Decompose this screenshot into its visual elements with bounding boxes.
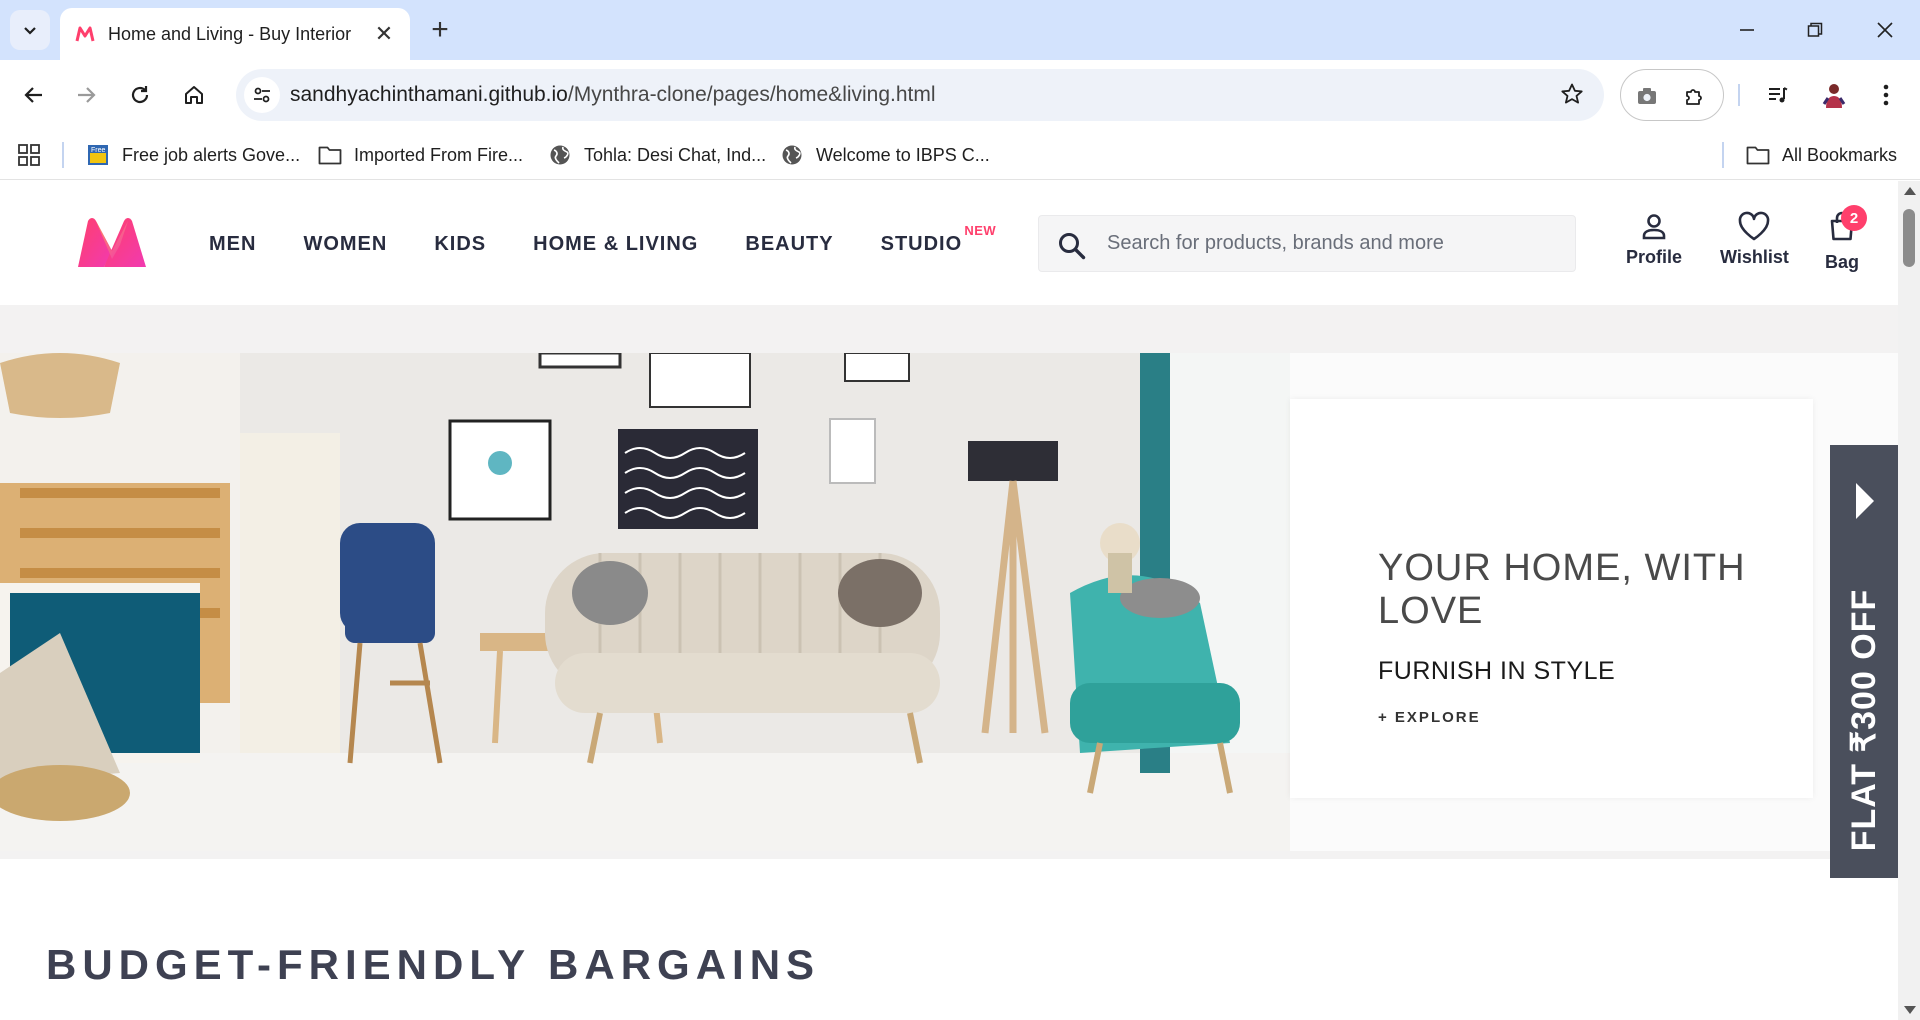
play-arrow-icon (1856, 483, 1874, 519)
header-spacer-strip (0, 305, 1898, 353)
active-tab[interactable]: Home and Living - Buy Interior ✕ (60, 8, 410, 60)
all-bookmarks-label: All Bookmarks (1782, 144, 1898, 165)
profile-icon (1642, 214, 1666, 240)
forward-button[interactable] (66, 75, 106, 115)
camera-icon[interactable] (1629, 78, 1665, 114)
living-room-banner-image (0, 353, 1368, 851)
folder-icon (318, 143, 342, 167)
offer-side-tab[interactable]: FLAT ₹300 OFF (1830, 445, 1898, 878)
url-text: sandhyachinthamani.github.io/Mynthra-clo… (290, 83, 936, 107)
bookmark-folder[interactable]: Imported From Fire... (318, 140, 523, 170)
nav-studio[interactable]: STUDIO NEW (880, 223, 996, 256)
home-icon (185, 86, 203, 104)
bookmark-label: Free job alerts Gove... (122, 144, 301, 165)
heart-icon (1739, 211, 1770, 241)
wishlist-label: Wishlist (1720, 247, 1789, 267)
browser-tab-bar: Home and Living - Buy Interior ✕ + (0, 0, 1920, 60)
bookmark-star-icon[interactable] (1560, 82, 1584, 111)
apps-grid-icon (18, 144, 40, 166)
address-bar[interactable]: sandhyachinthamani.github.io/Mynthra-clo… (236, 69, 1604, 121)
bookmarks-divider (1722, 142, 1724, 168)
tune-icon (254, 87, 270, 103)
tab-title: Home and Living - Buy Interior (108, 23, 352, 44)
site-header: MEN WOMEN KIDS HOME & LIVING BEAUTY STUD… (0, 181, 1898, 305)
globe-icon (548, 143, 572, 167)
folder-icon (1746, 143, 1770, 167)
myntra-favicon (74, 23, 96, 45)
bookmark-label: Welcome to IBPS C... (816, 144, 990, 165)
search-input[interactable] (1107, 216, 1557, 271)
offer-text: FLAT ₹300 OFF (1845, 588, 1883, 852)
more-menu-icon[interactable] (1868, 77, 1904, 113)
extensions-puzzle-icon[interactable] (1677, 78, 1713, 114)
budget-section-title: BUDGET-FRIENDLY BARGAINS (46, 941, 821, 988)
nav-beauty[interactable]: BEAUTY (745, 233, 833, 256)
bag-label: Bag (1825, 252, 1860, 272)
wishlist-button[interactable]: Wishlist (1720, 211, 1789, 268)
site-info-button[interactable] (244, 77, 280, 113)
hero-subtitle: FURNISH IN STYLE (1378, 657, 1616, 685)
bookmark-item[interactable]: Free Free job alerts Gove... (86, 140, 300, 170)
reload-icon (131, 86, 149, 104)
scroll-down-arrow-icon[interactable] (1904, 1006, 1916, 1014)
browser-toolbar: sandhyachinthamani.github.io/Mynthra-clo… (0, 60, 1920, 130)
profile-label: Profile (1626, 247, 1683, 267)
nav-home-living[interactable]: HOME & LIVING (533, 233, 698, 256)
close-tab-icon[interactable]: ✕ (372, 21, 396, 46)
hero-card: YOUR HOME, WITH LOVE FURNISH IN STYLE + … (1290, 399, 1813, 798)
scroll-thumb[interactable] (1903, 209, 1915, 267)
bookmarks-divider (62, 142, 64, 168)
back-arrow-icon (24, 87, 42, 103)
bag-icon-wrap: 2 (1827, 205, 1867, 246)
back-button[interactable] (14, 75, 54, 115)
restore-button[interactable] (1790, 8, 1840, 52)
page-viewport: MEN WOMEN KIDS HOME & LIVING BEAUTY STUD… (0, 181, 1898, 1020)
hero-bottom-strip (0, 851, 1898, 859)
nav-men[interactable]: MEN (209, 233, 256, 256)
tab-search-button[interactable] (10, 10, 50, 50)
chevron-down-icon (24, 27, 36, 35)
close-window-button[interactable] (1860, 8, 1910, 52)
minimize-button[interactable] (1722, 8, 1772, 52)
nav-women[interactable]: WOMEN (303, 233, 387, 256)
media-control-icon[interactable] (1760, 77, 1796, 113)
page-scrollbar[interactable] (1898, 181, 1920, 1020)
bag-button[interactable]: 2 Bag (1825, 205, 1867, 273)
job-alert-favicon: Free (86, 143, 110, 167)
new-tab-button[interactable]: + (422, 12, 458, 48)
apps-grid-button[interactable] (18, 140, 40, 170)
scroll-up-arrow-icon[interactable] (1904, 187, 1916, 195)
profile-button[interactable]: Profile (1626, 211, 1682, 268)
reload-button[interactable] (120, 75, 160, 115)
bookmark-item[interactable]: Welcome to IBPS C... (780, 140, 990, 170)
bookmark-label: Imported From Fire... (354, 144, 524, 165)
explore-link[interactable]: + EXPLORE (1378, 709, 1481, 726)
myntra-logo[interactable] (74, 215, 150, 271)
profile-avatar[interactable] (1816, 77, 1852, 113)
search-icon[interactable] (1057, 231, 1087, 261)
svg-text:Free: Free (91, 147, 106, 154)
bookmark-item[interactable]: Tohla: Desi Chat, Ind... (548, 140, 766, 170)
url-host: sandhyachinthamani.github.io (290, 83, 568, 106)
search-box (1038, 215, 1576, 272)
all-bookmarks-button[interactable]: All Bookmarks (1746, 140, 1897, 170)
bookmark-label: Tohla: Desi Chat, Ind... (584, 144, 767, 165)
home-button[interactable] (174, 75, 214, 115)
nav-studio-label: STUDIO (880, 233, 963, 255)
toolbar-divider (1738, 84, 1740, 106)
bag-count-badge: 2 (1841, 205, 1867, 231)
extensions-group (1620, 69, 1724, 121)
bookmarks-bar: Free Free job alerts Gove... Imported Fr… (0, 130, 1920, 180)
url-path: /Mynthra-clone/pages/home&living.html (567, 83, 936, 106)
hero-banner[interactable]: YOUR HOME, WITH LOVE FURNISH IN STYLE + … (0, 353, 1898, 851)
main-navigation: MEN WOMEN KIDS HOME & LIVING BEAUTY STUD… (209, 223, 1009, 256)
globe-icon (780, 143, 804, 167)
forward-arrow-icon (78, 87, 96, 103)
new-badge: NEW (964, 223, 997, 238)
hero-title: YOUR HOME, WITH LOVE (1378, 547, 1746, 632)
nav-kids[interactable]: KIDS (434, 233, 486, 256)
